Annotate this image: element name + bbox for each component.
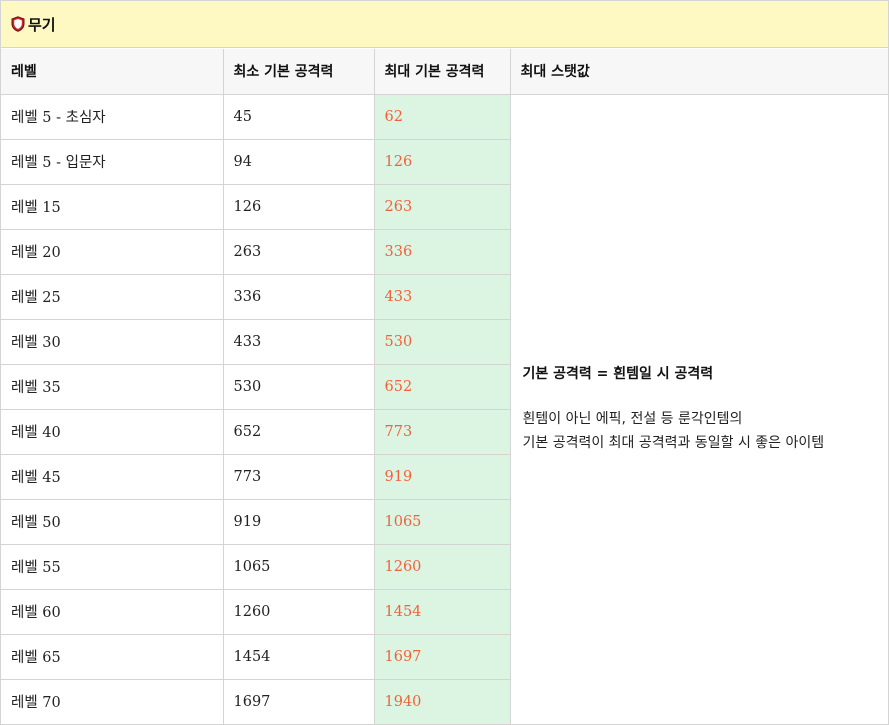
min-attack-cell: 94	[222, 138, 375, 185]
min-attack-cell: 652	[222, 408, 375, 455]
min-attack-cell: 1065	[222, 543, 375, 590]
table-title: 무기	[28, 15, 56, 34]
min-attack-cell: 773	[222, 453, 375, 500]
max-attack-cell: 530	[373, 318, 511, 365]
table-body: 레벨 5 - 초심자 45 62 기본 공격력 = 흰템일 시 공격력 흰템이 아닌 에…	[1, 93, 889, 725]
level-cell: 레벨 20	[1, 228, 224, 275]
min-attack-cell: 1454	[222, 633, 375, 680]
level-cell: 레벨 40	[1, 408, 224, 455]
max-attack-cell: 1065	[373, 498, 511, 545]
level-cell: 레벨 55	[1, 543, 224, 590]
max-attack-cell: 919	[373, 453, 511, 500]
column-header-max-stat: 최대 스탯값	[509, 49, 889, 95]
min-attack-cell: 433	[222, 318, 375, 365]
max-attack-cell: 652	[373, 363, 511, 410]
max-attack-cell: 263	[373, 183, 511, 230]
level-cell: 레벨 60	[1, 588, 224, 635]
table-row: 레벨 5 - 초심자 45 62 기본 공격력 = 흰템일 시 공격력 흰템이 아닌 에…	[1, 93, 889, 725]
weapon-attack-table: 레벨 최소 기본 공격력 최대 기본 공격력 최대 스탯값 레벨 5 - 초심자…	[1, 49, 889, 725]
min-attack-cell: 919	[222, 498, 375, 545]
min-attack-cell: 336	[222, 273, 375, 320]
min-attack-cell: 1260	[222, 588, 375, 635]
level-cell: 레벨 50	[1, 498, 224, 545]
max-attack-cell: 433	[373, 273, 511, 320]
max-attack-cell: 773	[373, 408, 511, 455]
max-attack-cell: 1697	[373, 633, 511, 680]
level-cell: 레벨 15	[1, 183, 224, 230]
note-line: 흰템이 아닌 에픽, 전설 등 룬각인템의	[522, 411, 743, 427]
max-stat-note-cell: 기본 공격력 = 흰템일 시 공격력흰템이 아닌 에픽, 전설 등 룬각인템의기…	[509, 93, 889, 725]
level-cell: 레벨 65	[1, 633, 224, 680]
max-attack-cell: 1454	[373, 588, 511, 635]
header-row: 레벨 최소 기본 공격력 최대 기본 공격력 최대 스탯값	[1, 49, 889, 95]
max-attack-cell: 62	[373, 93, 511, 140]
level-cell: 레벨 5 - 입문자	[1, 138, 224, 185]
column-header-level: 레벨	[1, 49, 224, 95]
min-attack-cell: 263	[222, 228, 375, 275]
column-header-max-attack: 최대 기본 공격력	[373, 49, 511, 95]
max-attack-cell: 126	[373, 138, 511, 185]
shield-icon	[11, 16, 25, 32]
min-attack-cell: 126	[222, 183, 375, 230]
level-cell: 레벨 5 - 초심자	[1, 93, 224, 140]
weapon-table-panel: 무기 레벨 최소 기본 공격력 최대 기본 공격력 최대 스탯값 레벨 5 - …	[0, 0, 889, 725]
level-cell: 레벨 25	[1, 273, 224, 320]
min-attack-cell: 1697	[222, 678, 375, 725]
max-attack-cell: 1260	[373, 543, 511, 590]
level-cell: 레벨 70	[1, 678, 224, 725]
column-header-min-attack: 최소 기본 공격력	[222, 49, 375, 95]
level-cell: 레벨 45	[1, 453, 224, 500]
note-title: 기본 공격력 = 흰템일 시 공격력	[522, 366, 714, 382]
level-cell: 레벨 30	[1, 318, 224, 365]
max-attack-cell: 1940	[373, 678, 511, 725]
max-attack-cell: 336	[373, 228, 511, 275]
note-line: 기본 공격력이 최대 공격력과 동일할 시 좋은 아이템	[522, 435, 825, 451]
min-attack-cell: 45	[222, 93, 375, 140]
min-attack-cell: 530	[222, 363, 375, 410]
table-title-bar: 무기	[1, 1, 888, 48]
level-cell: 레벨 35	[1, 363, 224, 410]
